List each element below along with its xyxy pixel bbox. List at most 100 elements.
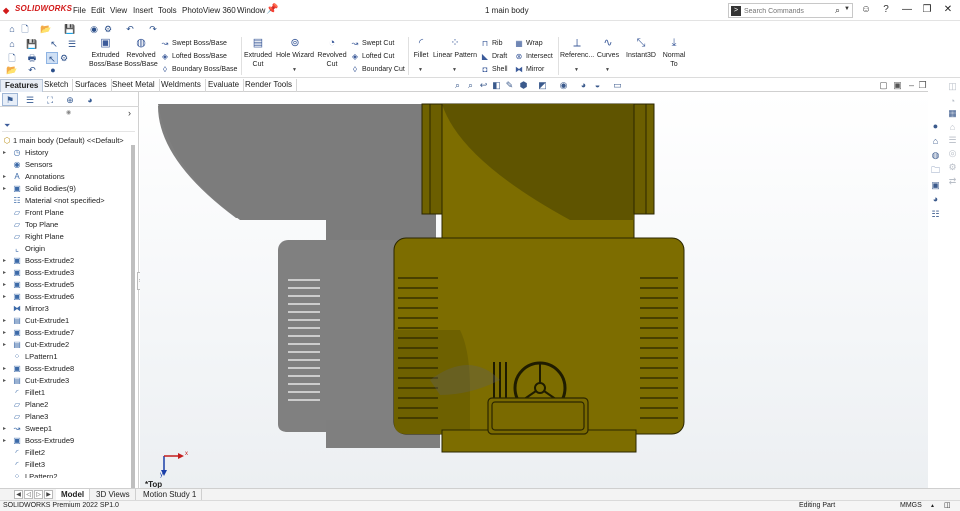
properties-pane-icon[interactable]: ☷	[929, 208, 942, 221]
tab-evaluate[interactable]: Evaluate	[204, 79, 245, 92]
home-icon[interactable]: ⌂	[6, 23, 18, 35]
expand-arrow-icon[interactable]: ▸	[3, 339, 6, 351]
tree-item[interactable]: ⁘ LPattern1	[0, 351, 130, 363]
property-list-icon[interactable]: ☰	[66, 38, 78, 50]
menu-insert[interactable]: Insert	[133, 6, 153, 15]
design-library-icon[interactable]: ⌂	[946, 121, 959, 134]
tree-item[interactable]: ▱ Right Plane	[0, 231, 130, 243]
tree-item[interactable]: ▸ ▤ Cut-Extrude3	[0, 375, 130, 387]
display-style-icon[interactable]: ◩	[537, 80, 548, 91]
expand-arrow-icon[interactable]: ▸	[3, 147, 6, 159]
viewport-tile-icon[interactable]: ▣	[892, 80, 903, 91]
expand-arrow-icon[interactable]: ▸	[3, 327, 6, 339]
menu-window[interactable]: Window	[237, 6, 265, 15]
new-file-icon[interactable]: 🗋	[6, 52, 18, 64]
help-icon[interactable]: ?	[880, 4, 892, 16]
traffic-light-icon[interactable]: ●	[47, 64, 59, 76]
color-palette-icon[interactable]: ◕	[929, 193, 942, 206]
normal-to-button[interactable]: ⤓ Normal To	[660, 37, 688, 69]
zoom-area-icon[interactable]: ⌕	[465, 80, 476, 91]
tree-root[interactable]: ⬡ 1 main body (Default) <<Default>	[0, 135, 130, 147]
revolved-boss-button[interactable]: ◍ Revolved Boss/Base	[124, 37, 158, 69]
undo-icon[interactable]: ↶	[26, 64, 38, 76]
tree-item[interactable]: ▱ Front Plane	[0, 207, 130, 219]
hole-wizard-button[interactable]: ⊚ Hole Wizard	[275, 37, 315, 60]
expand-arrow-icon[interactable]: ▸	[3, 423, 6, 435]
previous-view-icon[interactable]: ↩	[478, 80, 489, 91]
minimize-button[interactable]: —	[900, 3, 914, 17]
rebuild-icon[interactable]: ◉	[88, 23, 100, 35]
last-tab-arrow-icon[interactable]: ▶	[44, 490, 53, 499]
view-settings-icon[interactable]: ▭	[612, 80, 623, 91]
display-manager-tab-icon[interactable]: ◕	[82, 93, 98, 106]
tree-item[interactable]: ▸ ▤ Cut-Extrude1	[0, 315, 130, 327]
menu-view[interactable]: View	[110, 6, 127, 15]
search-icon[interactable]: ⌕	[835, 5, 840, 16]
hide-show-items-icon[interactable]: ◉	[558, 80, 569, 91]
library-pane-icon[interactable]: ◍	[929, 149, 942, 162]
section-view-icon[interactable]: ◧	[491, 80, 502, 91]
viewport-minimize-icon[interactable]: –	[906, 80, 917, 90]
menu-file[interactable]: File	[73, 6, 86, 15]
chevron-up-icon[interactable]: ▲	[930, 501, 935, 511]
tree-item[interactable]: ⌞ Origin	[0, 243, 130, 255]
home-icon[interactable]: ⌂	[6, 38, 18, 50]
open-folder-icon[interactable]: 📂	[40, 23, 52, 35]
select-pointer-icon[interactable]: ↖	[48, 38, 60, 50]
save-icon[interactable]: 💾	[26, 38, 38, 50]
tree-item[interactable]: ◜ Fillet3	[0, 459, 130, 471]
swept-cut-button[interactable]: ↝ Swept Cut	[350, 38, 395, 49]
solidworks-resources-icon[interactable]: ▦	[946, 107, 959, 120]
mirror-button[interactable]: ⧓ Mirror	[514, 64, 544, 75]
options-gear-icon[interactable]: ⚙	[58, 52, 70, 64]
rib-button[interactable]: ⊓ Rib	[480, 38, 503, 49]
viewport-restore-icon[interactable]: ❐	[917, 80, 928, 91]
menu-tools[interactable]: Tools	[158, 6, 177, 15]
expand-arrow-icon[interactable]: ▸	[3, 363, 6, 375]
linear-pattern-button[interactable]: ⁘ Linear Pattern	[432, 37, 478, 60]
intersect-button[interactable]: ⊗ Intersect	[514, 51, 553, 62]
expand-arrow-icon[interactable]: ▸	[3, 291, 6, 303]
tree-item[interactable]: ⧓ Mirror3	[0, 303, 130, 315]
view-palette-icon[interactable]: ◎	[946, 147, 959, 160]
print-icon[interactable]: 🖶	[26, 52, 38, 64]
tab-features[interactable]: Features	[0, 79, 44, 92]
user-icon[interactable]: ☺	[860, 4, 872, 16]
solidworks-logo[interactable]: ◆ SOLIDWORKS	[3, 4, 72, 16]
tree-item[interactable]: ▱ Plane2	[0, 399, 130, 411]
tree-item[interactable]: ▸ ▣ Boss-Extrude5	[0, 279, 130, 291]
extruded-boss-button[interactable]: ▣ Extruded Boss/Base	[89, 37, 122, 69]
expand-arrow-icon[interactable]: ▸	[3, 171, 6, 183]
tree-scrollbar-thumb[interactable]	[131, 145, 135, 511]
tree-item[interactable]: ◉ Sensors	[0, 159, 130, 171]
prev-tab-arrow-icon[interactable]: ◁	[24, 490, 33, 499]
tree-item[interactable]: ▸ ▣ Boss-Extrude6	[0, 291, 130, 303]
folder-pane-icon[interactable]: 🗀	[929, 164, 942, 177]
chevron-right-icon[interactable]: ›	[128, 108, 131, 118]
chevron-down-icon[interactable]: ▼	[452, 67, 457, 73]
menu-photoview[interactable]: PhotoView 360	[182, 6, 236, 15]
expand-arrow-icon[interactable]: ▸	[3, 279, 6, 291]
tab-sketch[interactable]: Sketch	[40, 79, 74, 92]
tree-item[interactable]: ▸ A Annotations	[0, 171, 130, 183]
task-pane-expand-icon[interactable]: ◫	[946, 80, 959, 93]
save-icon[interactable]: 💾	[64, 23, 76, 35]
lofted-cut-button[interactable]: ◈ Lofted Cut	[350, 51, 394, 62]
pin-icon[interactable]: 📌	[266, 4, 278, 16]
shell-button[interactable]: ◘ Shell	[480, 64, 508, 75]
expand-arrow-icon[interactable]: ▸	[3, 315, 6, 327]
dynamic-annotation-icon[interactable]: ✎	[504, 80, 515, 91]
tree-item[interactable]: ▸ ▣ Boss-Extrude3	[0, 267, 130, 279]
viewport-expand-icon[interactable]: ▢	[878, 80, 889, 91]
expand-arrow-icon[interactable]: ▸	[3, 255, 6, 267]
redo-icon[interactable]: ↷	[147, 23, 159, 35]
restore-button[interactable]: ❐	[920, 3, 934, 17]
expand-arrow-icon[interactable]: ▸	[3, 435, 6, 447]
tree-item[interactable]: ⁘ LPattern2	[0, 471, 130, 478]
instant3d-button[interactable]: ⤡ Instant3D	[623, 37, 659, 60]
menu-edit[interactable]: Edit	[91, 6, 105, 15]
search-input[interactable]	[744, 5, 834, 17]
curves-button[interactable]: ∿ Curves	[596, 37, 620, 60]
tree-item[interactable]: ▸ ▣ Boss-Extrude2	[0, 255, 130, 267]
tree-item[interactable]: ▸ ↝ Sweep1	[0, 423, 130, 435]
